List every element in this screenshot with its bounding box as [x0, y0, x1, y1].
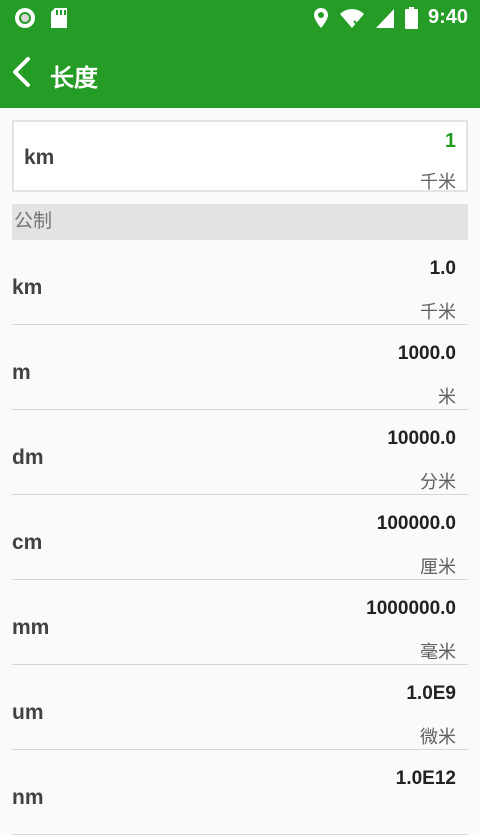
circle-notification-icon [15, 8, 35, 28]
status-right-icons: 9:40 [313, 6, 468, 29]
sd-card-icon [51, 8, 67, 28]
list-item[interactable]: nm 1.0E12 [12, 750, 468, 835]
battery-icon [404, 6, 418, 29]
list-item[interactable]: km 1.0 千米 [12, 240, 468, 325]
status-left-icons [14, 7, 68, 29]
unit-name: 分米 [420, 472, 456, 492]
list-item[interactable]: mm 1000000.0 毫米 [12, 580, 468, 665]
status-time: 9:40 [427, 6, 468, 28]
unit-value: 100000.0 [376, 513, 456, 534]
unit-symbol: dm [12, 446, 44, 469]
unit-name: 微米 [420, 727, 456, 747]
unit-symbol: nm [12, 786, 44, 809]
unit-name: 米 [438, 387, 456, 407]
wifi-icon [339, 8, 364, 28]
list-item[interactable]: dm 10000.0 分米 [12, 410, 468, 495]
input-value[interactable]: 1 [445, 130, 456, 153]
unit-symbol: um [12, 701, 44, 724]
app-bar: 长度 [0, 36, 480, 108]
unit-name: 千米 [420, 302, 456, 322]
unit-value: 1000000.0 [366, 598, 456, 619]
location-icon [313, 7, 328, 28]
unit-symbol: mm [12, 616, 50, 639]
list-item[interactable]: cm 100000.0 厘米 [12, 495, 468, 580]
unit-value: 1000.0 [397, 343, 456, 364]
section-header-metric: 公制 [12, 204, 468, 240]
list-item[interactable]: um 1.0E9 微米 [12, 665, 468, 750]
unit-value: 10000.0 [387, 428, 456, 449]
unit-name: 毫米 [420, 642, 456, 662]
unit-name: 厘米 [420, 557, 456, 577]
chevron-left-icon[interactable] [10, 56, 34, 88]
conversion-list: km 1.0 千米 m 1000.0 米 dm 10000.0 分米 cm 10… [12, 240, 468, 835]
list-item[interactable]: m 1000.0 米 [12, 325, 468, 410]
unit-symbol: cm [12, 531, 43, 554]
signal-icon [375, 8, 394, 28]
input-unit-name: 千米 [420, 172, 456, 192]
unit-symbol: m [12, 361, 31, 384]
unit-value: 1.0 [429, 258, 456, 279]
unit-symbol: km [12, 276, 43, 299]
input-unit-symbol: km [24, 146, 55, 169]
unit-value: 1.0E12 [395, 768, 456, 789]
input-field[interactable]: km 1 千米 [12, 120, 468, 192]
status-bar: 9:40 [0, 0, 480, 36]
page-title: 长度 [50, 65, 98, 92]
unit-value: 1.0E9 [406, 683, 456, 704]
